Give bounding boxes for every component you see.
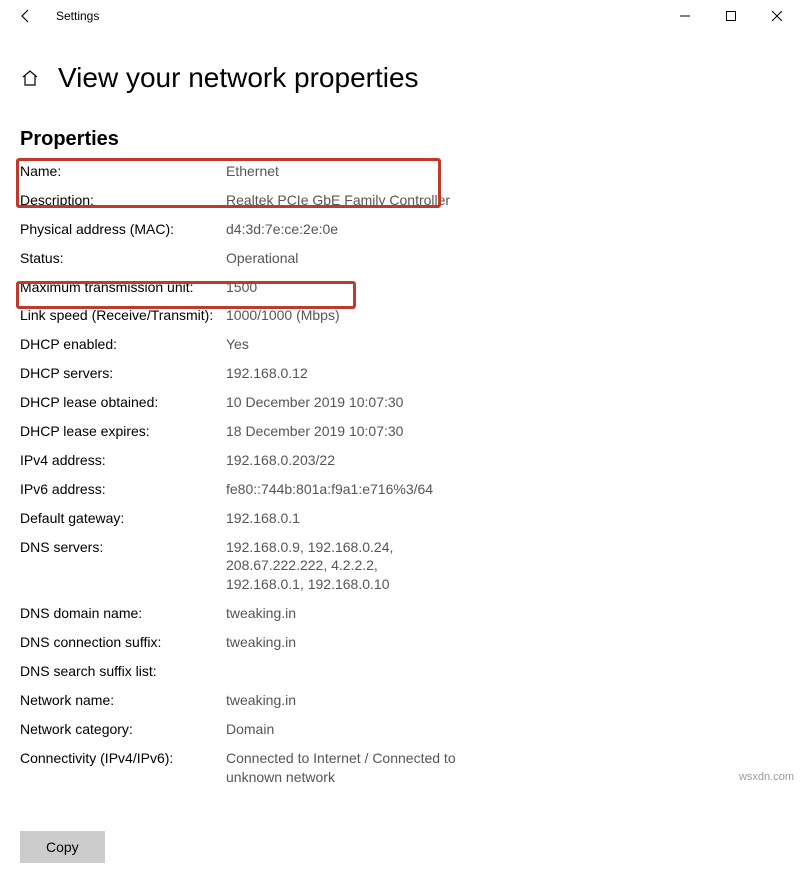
property-label: DNS servers:: [20, 538, 226, 595]
property-row: Maximum transmission unit:1500: [20, 273, 780, 302]
window-title: Settings: [56, 9, 99, 23]
minimize-icon: [680, 11, 690, 21]
property-label: DHCP lease obtained:: [20, 393, 226, 412]
copy-button[interactable]: Copy: [20, 831, 105, 863]
property-row: IPv4 address:192.168.0.203/22: [20, 446, 780, 475]
house-icon: [21, 69, 39, 87]
page-header: View your network properties: [0, 32, 800, 104]
properties-list: Name:EthernetDescription:Realtek PCIe Gb…: [20, 157, 780, 791]
property-label: Default gateway:: [20, 509, 226, 528]
property-label: Network category:: [20, 720, 226, 739]
page-title: View your network properties: [58, 62, 419, 94]
property-value: tweaking.in: [226, 604, 456, 623]
property-value: 192.168.0.1: [226, 509, 456, 528]
content-area: Properties Name:EthernetDescription:Real…: [0, 128, 800, 883]
property-row: Status:Operational: [20, 244, 780, 273]
property-label: Network name:: [20, 691, 226, 710]
property-row: DNS servers:192.168.0.9, 192.168.0.24, 2…: [20, 533, 780, 600]
property-row: DNS search suffix list:: [20, 657, 780, 686]
property-row: DHCP servers:192.168.0.12: [20, 359, 780, 388]
property-value: [226, 662, 456, 681]
close-icon: [772, 11, 782, 21]
property-label: DHCP enabled:: [20, 335, 226, 354]
property-value: 192.168.0.12: [226, 364, 456, 383]
property-value: Connected to Internet / Connected to unk…: [226, 749, 456, 787]
window-controls: [662, 0, 800, 32]
close-button[interactable]: [754, 0, 800, 32]
property-value: 10 December 2019 10:07:30: [226, 393, 456, 412]
property-label: Description:: [20, 191, 226, 210]
property-value: 192.168.0.9, 192.168.0.24, 208.67.222.22…: [226, 538, 456, 595]
property-value: Yes: [226, 335, 456, 354]
maximize-button[interactable]: [708, 0, 754, 32]
back-button[interactable]: [12, 2, 40, 30]
property-label: Name:: [20, 162, 226, 181]
property-value: 1000/1000 (Mbps): [226, 306, 456, 325]
property-label: IPv4 address:: [20, 451, 226, 470]
minimize-button[interactable]: [662, 0, 708, 32]
property-row: Physical address (MAC):d4:3d:7e:ce:2e:0e: [20, 215, 780, 244]
maximize-icon: [726, 11, 736, 21]
property-row: DNS domain name:tweaking.in: [20, 599, 780, 628]
property-row: DHCP lease obtained:10 December 2019 10:…: [20, 388, 780, 417]
property-value: 1500: [226, 278, 456, 297]
property-value: tweaking.in: [226, 633, 456, 652]
property-value: Realtek PCIe GbE Family Controller: [226, 191, 456, 210]
property-value: 192.168.0.203/22: [226, 451, 456, 470]
property-label: DNS connection suffix:: [20, 633, 226, 652]
property-value: d4:3d:7e:ce:2e:0e: [226, 220, 456, 239]
property-label: DNS search suffix list:: [20, 662, 226, 681]
property-row: Network name:tweaking.in: [20, 686, 780, 715]
property-row: Network category:Domain: [20, 715, 780, 744]
property-row: DHCP enabled:Yes: [20, 330, 780, 359]
property-label: Maximum transmission unit:: [20, 278, 226, 297]
property-label: DNS domain name:: [20, 604, 226, 623]
home-icon[interactable]: [20, 68, 40, 88]
watermark-text: wsxdn.com: [739, 771, 794, 783]
property-row: DNS connection suffix:tweaking.in: [20, 628, 780, 657]
property-label: Status:: [20, 249, 226, 268]
property-value: Ethernet: [226, 162, 456, 181]
property-value: 18 December 2019 10:07:30: [226, 422, 456, 441]
property-row: Description:Realtek PCIe GbE Family Cont…: [20, 186, 780, 215]
arrow-left-icon: [18, 8, 34, 24]
property-row: Name:Ethernet: [20, 157, 780, 186]
property-row: DHCP lease expires:18 December 2019 10:0…: [20, 417, 780, 446]
property-label: DHCP servers:: [20, 364, 226, 383]
property-value: tweaking.in: [226, 691, 456, 710]
property-label: DHCP lease expires:: [20, 422, 226, 441]
property-value: Operational: [226, 249, 456, 268]
property-row: Link speed (Receive/Transmit):1000/1000 …: [20, 301, 780, 330]
property-value: fe80::744b:801a:f9a1:e716%3/64: [226, 480, 456, 499]
property-label: IPv6 address:: [20, 480, 226, 499]
property-label: Physical address (MAC):: [20, 220, 226, 239]
property-label: Link speed (Receive/Transmit):: [20, 306, 226, 325]
titlebar: Settings: [0, 0, 800, 32]
property-value: Domain: [226, 720, 456, 739]
property-label: Connectivity (IPv4/IPv6):: [20, 749, 226, 787]
property-row: IPv6 address:fe80::744b:801a:f9a1:e716%3…: [20, 475, 780, 504]
section-heading-properties: Properties: [20, 128, 780, 151]
property-row: Default gateway:192.168.0.1: [20, 504, 780, 533]
property-row: Connectivity (IPv4/IPv6):Connected to In…: [20, 744, 780, 792]
